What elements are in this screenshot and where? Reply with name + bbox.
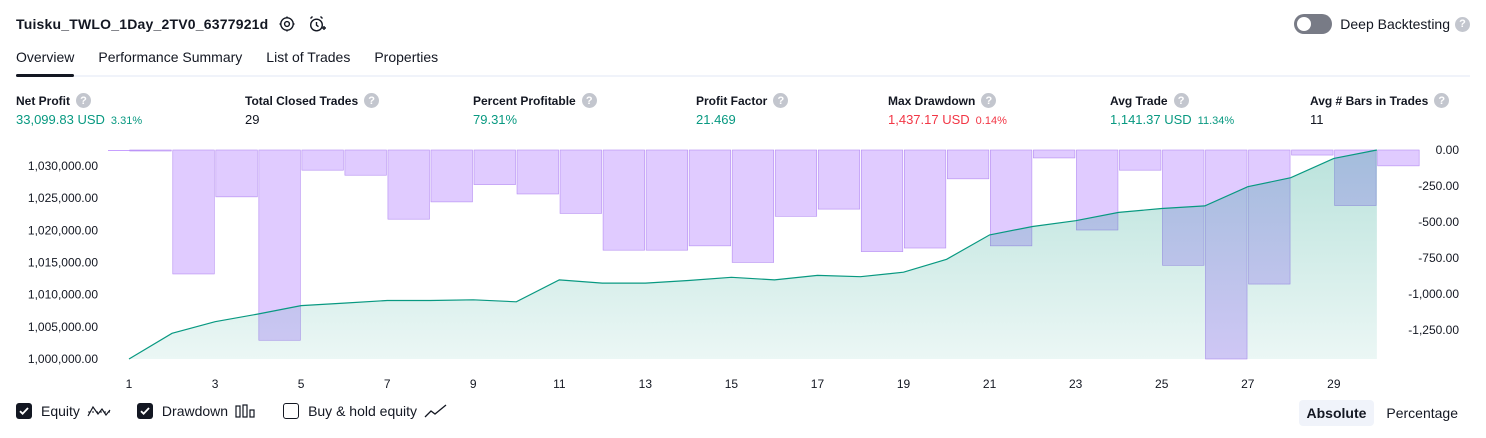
equity-drawdown-chart[interactable]: 1,000,000.00 1,005,000.00 1,010,000.00 1,01… bbox=[0, 0, 1486, 438]
left-axis-tick-label: 1,005,000.00 bbox=[28, 320, 98, 334]
drawdown-bar bbox=[731, 149, 774, 263]
drawdown-bar bbox=[774, 149, 818, 217]
legend-equity[interactable]: Equity bbox=[16, 403, 111, 419]
x-axis-tick-label: 21 bbox=[983, 377, 997, 391]
x-axis-tick-label: 3 bbox=[212, 377, 219, 391]
right-axis-tick-label: -750.00 bbox=[1418, 251, 1459, 265]
drawdown-bar bbox=[602, 149, 645, 251]
buy-hold-line-icon bbox=[424, 404, 448, 418]
drawdown-bar bbox=[129, 149, 172, 152]
x-axis-tick-label: 15 bbox=[725, 377, 739, 391]
legend-label: Equity bbox=[41, 403, 80, 419]
left-axis-tick-label: 1,020,000.00 bbox=[28, 223, 98, 237]
left-axis-tick-label: 1,030,000.00 bbox=[28, 159, 98, 173]
x-axis-tick-label: 1 bbox=[126, 377, 133, 391]
x-axis-tick-label: 5 bbox=[298, 377, 305, 391]
drawdown-bar bbox=[473, 149, 516, 185]
drawdown-bar bbox=[903, 149, 947, 249]
drawdown-bar bbox=[1119, 149, 1162, 171]
x-axis-tick-label: 25 bbox=[1155, 377, 1169, 391]
right-axis-tick-label: 0.00 bbox=[1436, 143, 1460, 157]
drawdown-bar bbox=[947, 149, 990, 180]
drawdown-bar bbox=[215, 149, 258, 198]
drawdown-bar bbox=[688, 149, 731, 247]
drawdown-bar bbox=[387, 149, 430, 220]
drawdown-bar bbox=[430, 149, 473, 203]
legend-label: Drawdown bbox=[161, 403, 229, 419]
left-axis-tick-label: 1,025,000.00 bbox=[28, 191, 98, 205]
drawdown-bar bbox=[1291, 149, 1334, 156]
right-axis-tick-label: -250.00 bbox=[1418, 179, 1459, 193]
drawdown-bar bbox=[645, 149, 688, 251]
x-axis-tick-label: 9 bbox=[470, 377, 477, 391]
drawdown-bar bbox=[1377, 149, 1420, 167]
x-axis-tick-label: 11 bbox=[553, 377, 566, 391]
x-axis-tick-label: 13 bbox=[639, 377, 653, 391]
drawdown-bar bbox=[559, 149, 602, 214]
chart-legend: Equity Drawdown Buy & hold equity bbox=[16, 403, 474, 419]
legend-label: Buy & hold equity bbox=[308, 403, 418, 419]
drawdown-bars-icon bbox=[235, 404, 257, 418]
drawdown-bar bbox=[301, 149, 344, 171]
mode-percentage-button[interactable]: Percentage bbox=[1378, 400, 1466, 426]
x-axis-tick-label: 29 bbox=[1327, 377, 1341, 391]
x-axis-tick-label: 23 bbox=[1069, 377, 1083, 391]
drawdown-bar bbox=[516, 149, 559, 195]
checkbox-buy-hold-equity[interactable] bbox=[283, 403, 300, 419]
drawdown-bar bbox=[860, 149, 904, 252]
checkbox-drawdown[interactable] bbox=[136, 403, 153, 419]
x-axis-tick-label: 19 bbox=[897, 377, 911, 391]
left-axis-tick-label: 1,015,000.00 bbox=[28, 256, 98, 270]
x-axis-tick-label: 17 bbox=[811, 377, 825, 391]
mode-absolute-button[interactable]: Absolute bbox=[1298, 400, 1375, 426]
left-axis-tick-label: 1,010,000.00 bbox=[28, 288, 98, 302]
right-axis-tick-label: -500.00 bbox=[1418, 215, 1459, 229]
drawdown-bar bbox=[1033, 149, 1076, 159]
right-axis-tick-label: -1,000.00 bbox=[1408, 287, 1459, 301]
left-axis-tick-label: 1,000,000.00 bbox=[28, 352, 98, 366]
drawdown-bar bbox=[172, 149, 215, 275]
x-axis-tick-label: 27 bbox=[1241, 377, 1255, 391]
checkbox-equity[interactable] bbox=[16, 403, 32, 419]
drawdown-bar bbox=[344, 149, 387, 176]
equity-line-icon bbox=[87, 404, 111, 418]
value-mode-switch: Absolute Percentage bbox=[1295, 400, 1467, 426]
legend-buy-hold-equity[interactable]: Buy & hold equity bbox=[283, 403, 448, 419]
x-axis-tick-label: 7 bbox=[384, 377, 391, 391]
drawdown-bar bbox=[817, 149, 861, 210]
right-axis-tick-label: -1,250.00 bbox=[1408, 323, 1459, 337]
legend-drawdown[interactable]: Drawdown bbox=[136, 403, 257, 419]
